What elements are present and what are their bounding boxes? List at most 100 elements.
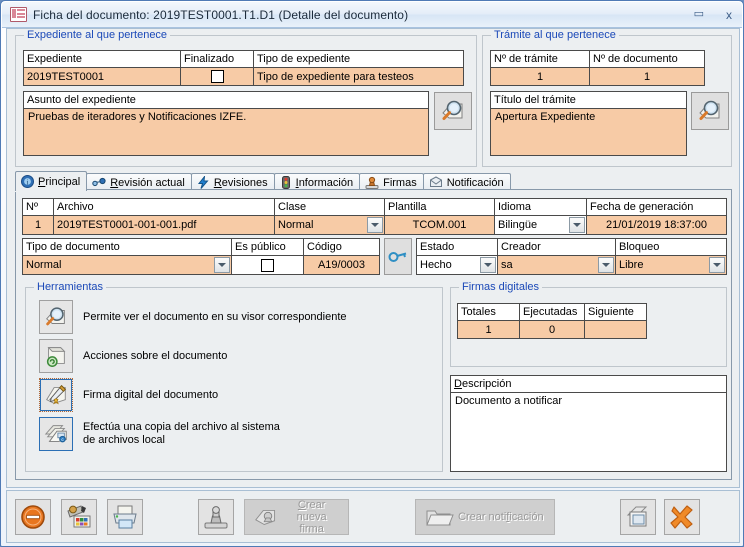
- tool-item-ver-documento[interactable]: Permite ver el documento en su visor cor…: [39, 300, 347, 334]
- form-icon: [10, 7, 27, 22]
- titulo-tramite-textbox[interactable]: Apertura Expediente: [490, 108, 687, 156]
- acciones-documento-button[interactable]: [39, 339, 73, 373]
- tramite-group: Trámite al que pertenece Nº de trámite N…: [482, 29, 732, 167]
- field-value-tipo-documento[interactable]: Normal: [22, 255, 232, 275]
- field-value-creador[interactable]: sa: [497, 255, 616, 275]
- descripcion-label-text: Descripción: [454, 378, 512, 390]
- grid-header-idioma: Idioma: [494, 198, 587, 216]
- document-detail-window: Ficha del documento: 2019TEST0001.T1.D1 …: [0, 0, 744, 547]
- herramientas-group: Herramientas Permite ver el documento en…: [25, 281, 443, 472]
- herramientas-legend: Herramientas: [34, 281, 107, 293]
- create-notification-button[interactable]: Crear notificación: [415, 498, 555, 535]
- grid-cell-clase[interactable]: Normal: [274, 215, 385, 235]
- tool-item-ver-documento-label: Permite ver el documento en su visor cor…: [83, 310, 347, 323]
- field-value-bloqueo-text: Libre: [619, 259, 644, 271]
- asunto-search-button[interactable]: [434, 92, 472, 130]
- tool-item-firma-digital[interactable]: Firma digital del documento: [39, 378, 218, 412]
- window-controls: ▭ x: [694, 9, 742, 21]
- new-signature-icon: [255, 509, 276, 525]
- asunto-textbox[interactable]: Pruebas de iteradores y Notificaciones I…: [23, 108, 429, 156]
- grid-cell-plantilla[interactable]: TCOM.001: [384, 215, 495, 235]
- expediente-value-expediente: 2019TEST0001: [23, 67, 181, 86]
- close-action-button[interactable]: [15, 498, 51, 535]
- finalizado-checkbox[interactable]: [210, 70, 224, 83]
- titulo-search-button[interactable]: [691, 92, 729, 130]
- close-button[interactable]: x: [726, 9, 732, 21]
- firmas-digitales-legend: Firmas digitales: [459, 281, 543, 293]
- minimize-button[interactable]: ▭: [694, 9, 704, 20]
- tab-page-principal: Nº Archivo Clase Plantilla Idioma Fecha …: [15, 189, 732, 480]
- tramite-header-numero-documento: Nº de documento: [589, 50, 705, 68]
- chevron-down-icon[interactable]: [569, 217, 585, 233]
- field-header-tipo-documento: Tipo de documento: [22, 238, 232, 256]
- field-header-es-publico: Es público: [231, 238, 304, 256]
- edit-action-button[interactable]: [61, 498, 97, 535]
- field-value-estado[interactable]: Hecho: [416, 255, 498, 275]
- tramite-value-numero-tramite: 1: [490, 67, 590, 86]
- descripcion-label: Descripción: [450, 375, 727, 393]
- grid-cell-numero[interactable]: 1: [22, 215, 54, 235]
- firmas-header-siguiente: Siguiente: [584, 303, 647, 321]
- tab-notificacion-label: Notificación: [446, 176, 504, 189]
- copy-local-icon: c: [44, 425, 67, 443]
- key-button[interactable]: [384, 238, 412, 275]
- field-header-bloqueo: Bloqueo: [615, 238, 727, 256]
- field-value-estado-text: Hecho: [420, 259, 452, 271]
- info-globe-icon: i: [21, 175, 34, 188]
- tab-revisiones-label: Revisiones: [213, 176, 268, 189]
- grid-cell-idioma-text: Bilingüe: [498, 219, 538, 231]
- expediente-value-finalizado: [180, 67, 254, 86]
- grid-cell-fecha[interactable]: 21/01/2019 18:37:00: [586, 215, 727, 235]
- lightning-icon: [197, 176, 209, 189]
- exit-action-button[interactable]: [664, 498, 700, 535]
- create-new-signature-button[interactable]: Crear nueva firma: [244, 498, 349, 535]
- tool-item-copia-local-label: Efectúa una copia del archivo al sistema…: [83, 421, 280, 446]
- field-value-codigo[interactable]: A19/0003: [303, 255, 380, 275]
- title-bar: Ficha del documento: 2019TEST0001.T1.D1 …: [2, 2, 742, 28]
- expediente-header-expediente: Expediente: [23, 50, 181, 68]
- firmas-header-ejecutadas: Ejecutadas: [519, 303, 585, 321]
- chevron-down-icon[interactable]: [480, 257, 496, 273]
- folder-icon: [426, 510, 454, 525]
- field-value-bloqueo[interactable]: Libre: [615, 255, 727, 275]
- field-header-estado: Estado: [416, 238, 498, 256]
- signature-pen-icon: [46, 385, 66, 405]
- descripcion-textbox[interactable]: Documento a notificar: [450, 392, 727, 472]
- stamp-action-button[interactable]: [198, 498, 234, 535]
- documents-action-button[interactable]: [620, 498, 656, 535]
- tab-principal[interactable]: i Principal: [15, 171, 88, 191]
- orange-x-icon: [670, 504, 693, 529]
- window-title: Ficha del documento: 2019TEST0001.T1.D1 …: [33, 7, 409, 22]
- expediente-header-tipo: Tipo de expediente: [253, 50, 464, 68]
- create-notification-label: Crear notificación: [458, 510, 544, 523]
- documents-icon: [626, 506, 648, 526]
- grid-header-plantilla: Plantilla: [384, 198, 495, 216]
- link-icon: [92, 177, 106, 187]
- firmas-value-totales: 1: [457, 320, 520, 339]
- tool-item-acciones-documento[interactable]: Acciones sobre el documento: [39, 339, 227, 373]
- firma-digital-button[interactable]: [39, 378, 73, 412]
- es-publico-checkbox[interactable]: [261, 258, 274, 272]
- tab-strip: i Principal Revisión actual Revisiones I…: [15, 171, 511, 191]
- expediente-header-finalizado: Finalizado: [180, 50, 254, 68]
- stamp-icon: [365, 176, 379, 189]
- grid-cell-archivo[interactable]: 2019TEST0001-001-001.pdf: [53, 215, 275, 235]
- chevron-down-icon[interactable]: [214, 257, 230, 273]
- grid-header-numero: Nº: [22, 198, 54, 216]
- grid-cell-idioma[interactable]: Bilingüe: [494, 215, 587, 235]
- stamp-icon: [204, 505, 228, 528]
- asunto-label: Asunto del expediente: [23, 91, 429, 109]
- expediente-group-legend: Expediente al que pertenece: [24, 29, 171, 41]
- grid-header-archivo: Archivo: [53, 198, 275, 216]
- printer-icon: [113, 505, 137, 528]
- grid-header-fecha: Fecha de generación: [586, 198, 727, 216]
- copia-local-button[interactable]: c: [39, 417, 73, 451]
- chevron-down-icon[interactable]: [709, 257, 725, 273]
- chevron-down-icon[interactable]: [598, 257, 614, 273]
- print-action-button[interactable]: [107, 498, 143, 535]
- tool-item-copia-local[interactable]: c Efectúa una copia del archivo al siste…: [39, 417, 280, 451]
- magnifier-doc-icon: [46, 307, 65, 326]
- grid-header-clase: Clase: [274, 198, 385, 216]
- ver-documento-button[interactable]: [39, 300, 73, 334]
- chevron-down-icon[interactable]: [367, 217, 383, 233]
